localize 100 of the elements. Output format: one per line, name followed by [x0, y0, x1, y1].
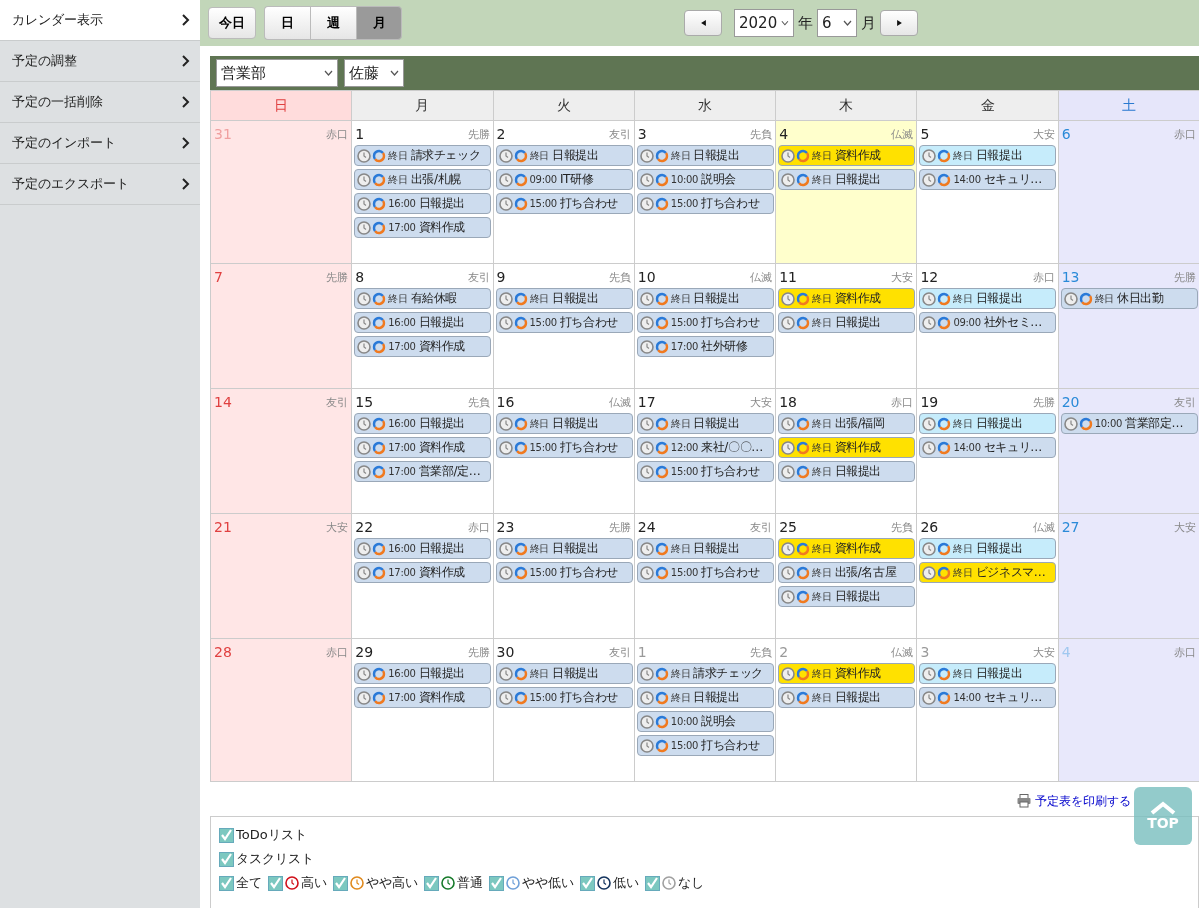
event-item[interactable]: 終日 ビジネスマ… [919, 562, 1057, 583]
event-item[interactable]: 終日 資料作成 [778, 437, 916, 458]
event-item[interactable]: 15:00 打ち合わせ [495, 687, 633, 708]
event-item[interactable]: 終日 日報提出 [636, 413, 774, 434]
event-item[interactable]: 終日 日報提出 [495, 288, 633, 309]
checkbox[interactable] [489, 875, 504, 891]
event-item[interactable]: 16:00 日報提出 [354, 538, 492, 559]
day-cell[interactable]: 28 赤口 [210, 638, 352, 782]
person-select[interactable]: 佐藤 [344, 59, 404, 87]
checkbox[interactable] [333, 875, 348, 891]
today-button[interactable]: 今日 [208, 7, 256, 39]
next-button[interactable] [880, 10, 918, 36]
event-item[interactable]: 終日 日報提出 [495, 145, 633, 166]
event-item[interactable]: 16:00 日報提出 [354, 663, 492, 684]
event-item[interactable]: 終日 日報提出 [495, 413, 633, 434]
day-cell[interactable]: 13 先勝 終日 休日出勤 [1058, 263, 1199, 389]
event-item[interactable]: 終日 有給休暇 [354, 288, 492, 309]
event-item[interactable]: 09:00 IT研修 [495, 169, 633, 190]
event-item[interactable]: 終日 出張/名古屋 [778, 562, 916, 583]
day-cell[interactable]: 10 仏滅 終日 日報提出 15:00 打ち合わせ 17:00 社外研修 [634, 263, 776, 389]
event-item[interactable]: 12:00 来社/〇〇… [636, 437, 774, 458]
event-item[interactable]: 17:00 資料作成 [354, 217, 492, 238]
event-item[interactable]: 終日 日報提出 [778, 169, 916, 190]
day-cell[interactable]: 3 大安 終日 日報提出 14:00 セキュリ… [916, 638, 1059, 782]
event-item[interactable]: 終日 資料作成 [778, 538, 916, 559]
year-select[interactable]: 2020 [734, 9, 794, 37]
day-cell[interactable]: 1 先負 終日 請求チェック 終日 日報提出 10:00 説明会 15:00 打ち合わせ [634, 638, 776, 782]
event-item[interactable]: 15:00 打ち合わせ [495, 562, 633, 583]
day-cell[interactable]: 15 先負 16:00 日報提出 17:00 資料作成 17:00 営業部/定… [351, 388, 494, 514]
day-cell[interactable]: 14 友引 [210, 388, 352, 514]
event-item[interactable]: 終日 日報提出 [919, 413, 1057, 434]
day-cell[interactable]: 4 仏滅 終日 資料作成 終日 日報提出 [775, 120, 917, 264]
event-item[interactable]: 10:00 説明会 [636, 711, 774, 732]
event-item[interactable]: 15:00 打ち合わせ [636, 735, 774, 756]
event-item[interactable]: 17:00 社外研修 [636, 336, 774, 357]
event-item[interactable]: 17:00 資料作成 [354, 562, 492, 583]
day-cell[interactable]: 5 大安 終日 日報提出 14:00 セキュリ… [916, 120, 1059, 264]
day-cell[interactable]: 23 先勝 終日 日報提出 15:00 打ち合わせ [493, 513, 635, 639]
event-item[interactable]: 終日 日報提出 [919, 538, 1057, 559]
checkbox[interactable] [219, 875, 234, 891]
event-item[interactable]: 終日 資料作成 [778, 145, 916, 166]
checkbox[interactable] [219, 851, 234, 867]
department-select[interactable]: 営業部 [216, 59, 338, 87]
event-item[interactable]: 10:00 説明会 [636, 169, 774, 190]
day-cell[interactable]: 3 先負 終日 日報提出 10:00 説明会 15:00 打ち合わせ [634, 120, 776, 264]
event-item[interactable]: 終日 日報提出 [919, 145, 1057, 166]
previous-button[interactable] [684, 10, 722, 36]
event-item[interactable]: 17:00 資料作成 [354, 336, 492, 357]
event-item[interactable]: 14:00 セキュリ… [919, 687, 1057, 708]
day-cell[interactable]: 20 友引 10:00 営業部定… [1058, 388, 1199, 514]
sidebar-item[interactable]: カレンダー表示 [0, 0, 200, 41]
day-cell[interactable]: 18 赤口 終日 出張/福岡 終日 資料作成 終日 日報提出 [775, 388, 917, 514]
day-cell[interactable]: 26 仏滅 終日 日報提出 終日 ビジネスマ… [916, 513, 1059, 639]
event-item[interactable]: 終日 日報提出 [919, 288, 1057, 309]
event-item[interactable]: 16:00 日報提出 [354, 312, 492, 333]
day-cell[interactable]: 1 先勝 終日 請求チェック 終日 出張/札幌 16:00 日報提出 17:00 資料作成 [351, 120, 494, 264]
event-item[interactable]: 16:00 日報提出 [354, 413, 492, 434]
event-item[interactable]: 終日 請求チェック [354, 145, 492, 166]
checkbox[interactable] [645, 875, 660, 891]
event-item[interactable]: 終日 日報提出 [636, 538, 774, 559]
print-link[interactable]: 予定表を印刷する [1017, 786, 1131, 816]
event-item[interactable]: 終日 日報提出 [778, 687, 916, 708]
event-item[interactable]: 09:00 社外セミ… [919, 312, 1057, 333]
event-item[interactable]: 17:00 資料作成 [354, 437, 492, 458]
day-cell[interactable]: 21 大安 [210, 513, 352, 639]
event-item[interactable]: 終日 日報提出 [636, 288, 774, 309]
event-item[interactable]: 17:00 資料作成 [354, 687, 492, 708]
checkbox[interactable] [580, 875, 595, 891]
event-item[interactable]: 終日 資料作成 [778, 663, 916, 684]
view-tab[interactable]: 週 [310, 6, 356, 40]
event-item[interactable]: 15:00 打ち合わせ [636, 193, 774, 214]
event-item[interactable]: 終日 休日出勤 [1060, 288, 1198, 309]
event-item[interactable]: 終日 出張/札幌 [354, 169, 492, 190]
day-cell[interactable]: 7 先勝 [210, 263, 352, 389]
event-item[interactable]: 終日 請求チェック [636, 663, 774, 684]
event-item[interactable]: 終日 日報提出 [919, 663, 1057, 684]
month-select[interactable]: 6 [817, 9, 857, 37]
event-item[interactable]: 14:00 セキュリ… [919, 437, 1057, 458]
day-cell[interactable]: 2 友引 終日 日報提出 09:00 IT研修 15:00 打ち合わせ [493, 120, 635, 264]
event-item[interactable]: 終日 日報提出 [636, 687, 774, 708]
event-item[interactable]: 15:00 打ち合わせ [495, 312, 633, 333]
event-item[interactable]: 17:00 営業部/定… [354, 461, 492, 482]
view-tab[interactable]: 月 [356, 6, 402, 40]
day-cell[interactable]: 19 先勝 終日 日報提出 14:00 セキュリ… [916, 388, 1059, 514]
event-item[interactable]: 終日 日報提出 [778, 586, 916, 607]
day-cell[interactable]: 11 大安 終日 資料作成 終日 日報提出 [775, 263, 917, 389]
day-cell[interactable]: 22 赤口 16:00 日報提出 17:00 資料作成 [351, 513, 494, 639]
event-item[interactable]: 15:00 打ち合わせ [495, 193, 633, 214]
day-cell[interactable]: 2 仏滅 終日 資料作成 終日 日報提出 [775, 638, 917, 782]
event-item[interactable]: 15:00 打ち合わせ [636, 562, 774, 583]
event-item[interactable]: 終日 資料作成 [778, 288, 916, 309]
day-cell[interactable]: 9 先負 終日 日報提出 15:00 打ち合わせ [493, 263, 635, 389]
day-cell[interactable]: 16 仏滅 終日 日報提出 15:00 打ち合わせ [493, 388, 635, 514]
day-cell[interactable]: 25 先負 終日 資料作成 終日 出張/名古屋 終日 日報提出 [775, 513, 917, 639]
event-item[interactable]: 終日 日報提出 [636, 145, 774, 166]
event-item[interactable]: 終日 日報提出 [778, 312, 916, 333]
event-item[interactable]: 15:00 打ち合わせ [636, 461, 774, 482]
event-item[interactable]: 15:00 打ち合わせ [636, 312, 774, 333]
event-item[interactable]: 終日 日報提出 [495, 663, 633, 684]
day-cell[interactable]: 17 大安 終日 日報提出 12:00 来社/〇〇… 15:00 打ち合わせ [634, 388, 776, 514]
